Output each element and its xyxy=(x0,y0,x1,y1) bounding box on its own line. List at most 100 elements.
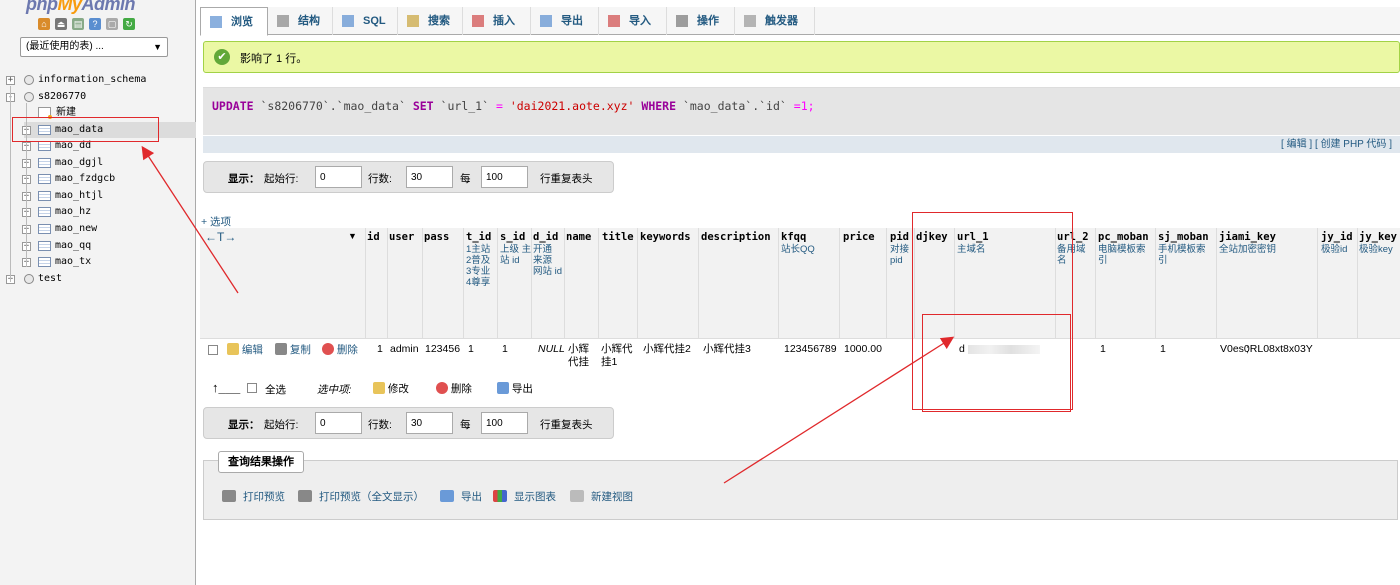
tab-insert[interactable]: 插入 xyxy=(463,7,531,35)
database-icon xyxy=(24,274,34,284)
cell-kfqq[interactable]: 123456789 xyxy=(784,343,837,356)
cell-sj-moban[interactable]: 1 xyxy=(1160,343,1166,356)
tree-label[interactable]: mao_dgjl xyxy=(55,155,103,171)
query-window-icon[interactable]: ▤ xyxy=(72,18,84,30)
delete-row-button[interactable]: 删除 xyxy=(322,342,358,357)
options-link[interactable]: + 选项 xyxy=(201,214,231,229)
column-comment: 电脑模板索 引 xyxy=(1098,244,1146,266)
export-icon xyxy=(440,490,454,502)
tab-operations[interactable]: 操作 xyxy=(667,7,735,35)
column-comment: 开通 来源 网站 id xyxy=(533,244,563,277)
column-header-name[interactable]: name xyxy=(566,231,591,243)
tab-import[interactable]: 导入 xyxy=(599,7,667,35)
export-selected-button[interactable]: 导出 xyxy=(497,381,533,396)
printer-icon xyxy=(222,490,236,502)
tree-label[interactable]: mao_htjl xyxy=(55,188,103,204)
table-row[interactable]: 编辑 复制 删除 1 admin 123456 1 1 NULL 小辉 代挂 小辉代 挂1 小辉代… xyxy=(200,339,1400,372)
edit-row-button[interactable]: 编辑 xyxy=(227,342,263,357)
sql-number: 1 xyxy=(800,99,808,113)
recent-tables-select[interactable]: (最近使用的表) ... ▼ xyxy=(20,37,168,57)
column-header-s-id[interactable]: s_id xyxy=(500,231,525,243)
docs-icon[interactable]: ? xyxy=(89,18,101,30)
tab-triggers[interactable]: 触发器 xyxy=(735,7,815,35)
browse-icon xyxy=(210,16,222,28)
print-preview-link[interactable]: 打印预览 xyxy=(222,489,285,504)
column-header-price[interactable]: price xyxy=(843,231,875,243)
column-header-pid[interactable]: pid xyxy=(890,231,909,243)
chevron-down-icon: ▼ xyxy=(153,42,162,52)
table-icon xyxy=(38,207,51,217)
cell-title[interactable]: 小辉代 挂1 xyxy=(601,343,633,369)
cell-d-id[interactable]: NULL xyxy=(538,343,565,356)
phpmyadmin-logo[interactable]: phpMyAdmin xyxy=(26,0,136,15)
column-header-description[interactable]: description xyxy=(701,231,771,243)
column-header-d-id[interactable]: d_id xyxy=(533,231,558,243)
column-header-kfqq[interactable]: kfqq xyxy=(781,231,806,243)
tab-browse[interactable]: 浏览 xyxy=(200,7,268,36)
column-header-pass[interactable]: pass xyxy=(424,231,449,243)
start-row-input[interactable] xyxy=(315,166,362,188)
expand-icon[interactable]: + xyxy=(6,76,15,85)
column-header-sj-moban[interactable]: sj_moban xyxy=(1158,231,1209,243)
cell-pass[interactable]: 123456 xyxy=(425,343,460,356)
tree-label[interactable]: mao_fzdgcb xyxy=(55,171,115,187)
repeat-header-input[interactable] xyxy=(481,166,528,188)
column-header-jy-key[interactable]: jy_key xyxy=(1359,231,1397,243)
logout-icon[interactable]: ⏏ xyxy=(55,18,67,30)
column-header-t-id[interactable]: t_id xyxy=(466,231,491,243)
column-comment: 站长QQ xyxy=(781,244,815,255)
column-header-title[interactable]: title xyxy=(602,231,634,243)
query-ops-legend: 查询结果操作 xyxy=(218,451,304,473)
create-view-link[interactable]: 新建视图 xyxy=(570,489,633,504)
rows-input[interactable] xyxy=(406,166,453,188)
column-comment: 1主站 2普及 3专业 4尊享 xyxy=(466,244,491,288)
rows-input[interactable] xyxy=(406,412,453,434)
print-preview-full-link[interactable]: 打印预览（全文显示） xyxy=(298,489,424,504)
edit-selected-button[interactable]: 修改 xyxy=(373,381,409,396)
start-row-input[interactable] xyxy=(315,412,362,434)
reload-icon[interactable]: ↻ xyxy=(123,18,135,30)
cell-id[interactable]: 1 xyxy=(377,343,383,356)
table-icon xyxy=(38,191,51,201)
cell-pc-moban[interactable]: 1 xyxy=(1100,343,1106,356)
cell-description[interactable]: 小辉代挂3 xyxy=(703,343,751,356)
column-header-pc-moban[interactable]: pc_moban xyxy=(1098,231,1149,243)
cell-jiami-key[interactable]: V0es0RL08xt8x03Y xyxy=(1220,343,1313,356)
tree-label[interactable]: test xyxy=(38,271,62,287)
export-link[interactable]: 导出 xyxy=(440,489,482,504)
column-header-id[interactable]: id xyxy=(367,231,380,243)
sql-links[interactable]: [ 编辑 ] [ 创建 PHP 代码 ] xyxy=(203,136,1400,153)
copy-row-button[interactable]: 复制 xyxy=(275,342,311,357)
column-header-keywords[interactable]: keywords xyxy=(640,231,691,243)
cell-price[interactable]: 1000.00 xyxy=(844,343,882,356)
display-chart-link[interactable]: 显示图表 xyxy=(493,489,556,504)
tree-label[interactable]: mao_hz xyxy=(55,204,91,220)
cell-name[interactable]: 小辉 代挂 xyxy=(568,343,600,369)
tab-structure[interactable]: 结构 xyxy=(268,7,333,35)
check-all-checkbox[interactable] xyxy=(247,383,257,393)
sql-docs-icon[interactable]: ▢ xyxy=(106,18,118,30)
tab-sql[interactable]: SQL xyxy=(333,7,398,35)
column-header-jiami-key[interactable]: jiami_key xyxy=(1219,231,1276,243)
cell-user[interactable]: admin xyxy=(390,343,419,356)
sort-dropdown-icon[interactable]: ▼ xyxy=(348,231,357,241)
tree-label[interactable]: mao_new xyxy=(55,221,97,237)
home-icon[interactable]: ⌂ xyxy=(38,18,50,30)
tab-export[interactable]: 导出 xyxy=(531,7,599,35)
tree-label[interactable]: mao_qq xyxy=(55,238,91,254)
column-arrows[interactable]: ←T→ xyxy=(205,230,236,244)
cell-keywords[interactable]: 小辉代挂2 xyxy=(643,343,691,356)
delete-selected-button[interactable]: 删除 xyxy=(436,381,472,396)
cell-s-id[interactable]: 1 xyxy=(502,343,508,356)
tab-search[interactable]: 搜索 xyxy=(398,7,463,35)
repeat-header-input[interactable] xyxy=(481,412,528,434)
cell-t-id[interactable]: 1 xyxy=(468,343,474,356)
row-checkbox[interactable] xyxy=(208,345,218,355)
column-header-jy-id[interactable]: jy_id xyxy=(1321,231,1353,243)
tree-label[interactable]: information_schema xyxy=(38,72,146,88)
check-all-label[interactable]: 全选 xyxy=(265,382,286,397)
tree-label[interactable]: mao_tx xyxy=(55,254,91,270)
sql-string: 'dai2021.aote.xyz' xyxy=(509,99,635,113)
tree-label[interactable]: s8206770 xyxy=(38,89,86,105)
column-header-user[interactable]: user xyxy=(389,231,414,243)
